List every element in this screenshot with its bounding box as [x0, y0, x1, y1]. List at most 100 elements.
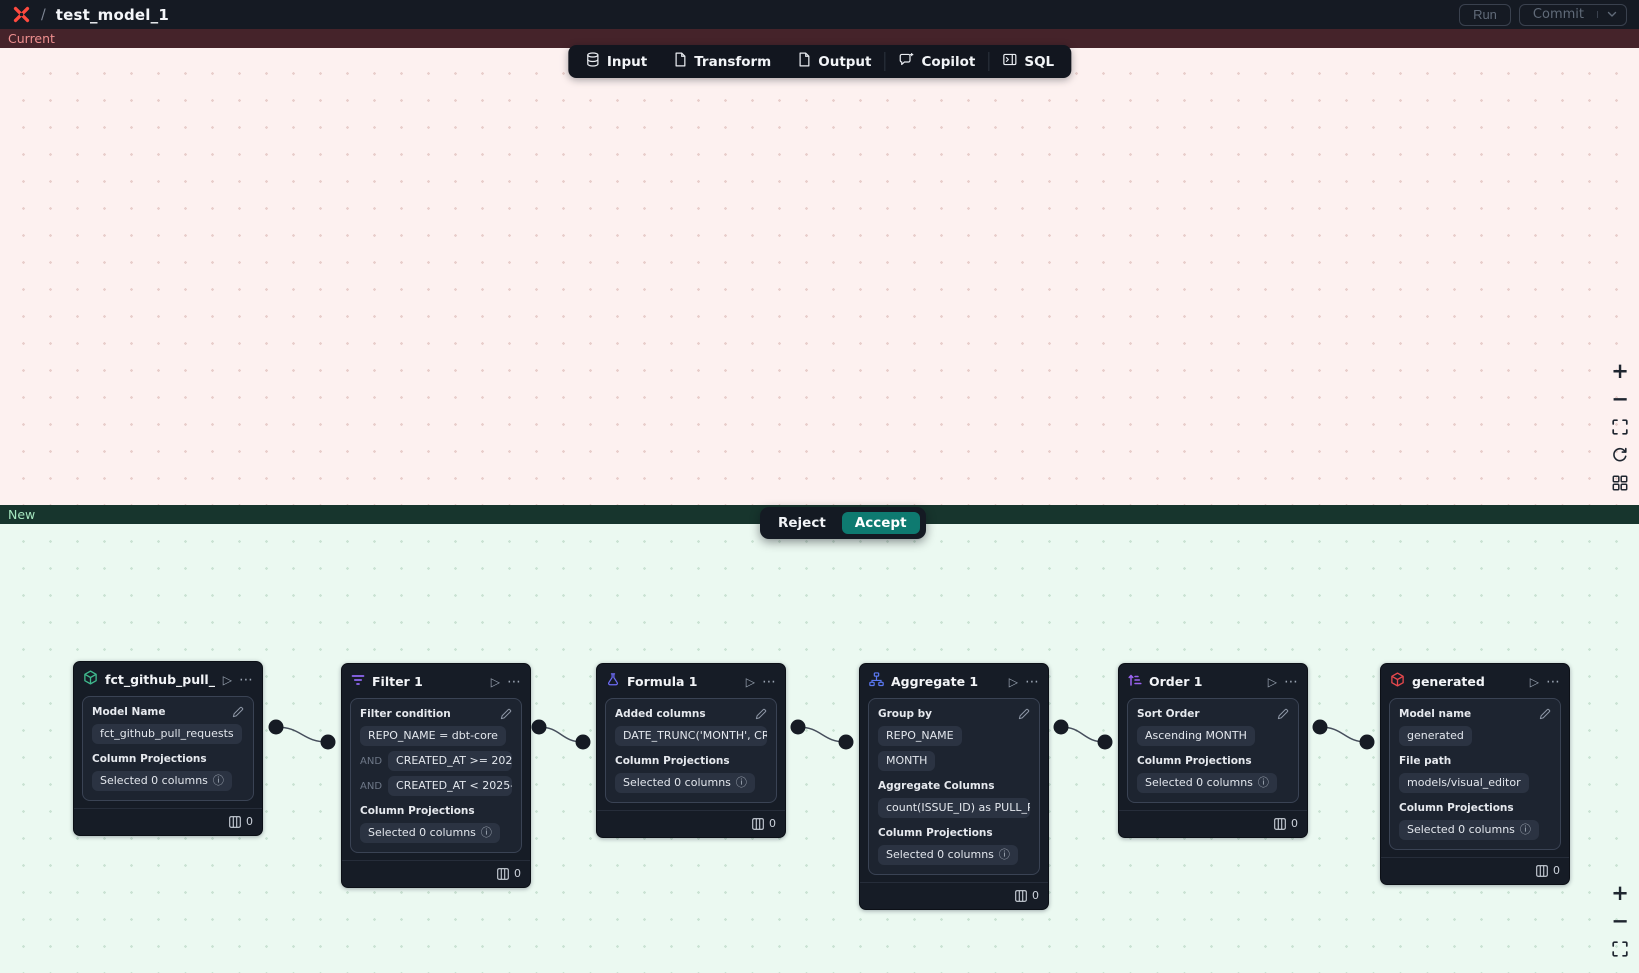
info-icon[interactable]: ⓘ: [213, 775, 224, 786]
edit-pencil-icon[interactable]: [1539, 708, 1551, 720]
dbt-logo-icon[interactable]: [12, 5, 31, 24]
node-footer: 0: [1119, 810, 1307, 837]
fit-view-icon[interactable]: [1610, 417, 1630, 437]
row-count: 0: [1291, 817, 1298, 830]
play-icon[interactable]: ▷: [1009, 676, 1018, 688]
commit-button[interactable]: Commit: [1520, 7, 1597, 22]
node-order[interactable]: Order 1 ▷ ⋯ Sort Order Ascending MONTH C…: [1118, 663, 1308, 838]
toolbar-item-sql[interactable]: SQL: [989, 45, 1067, 78]
columns-count-icon: [229, 816, 241, 828]
fit-view-icon[interactable]: [1610, 939, 1630, 959]
toolbar-item-copilot[interactable]: Copilot: [886, 45, 989, 78]
node-formula[interactable]: Formula 1 ▷ ⋯ Added columns DATE_TRUNC('…: [596, 663, 786, 838]
more-menu-icon[interactable]: ⋯: [507, 675, 521, 689]
info-icon[interactable]: ⓘ: [999, 849, 1010, 860]
value-pill: generated: [1399, 726, 1472, 746]
commit-button-group: Commit: [1519, 4, 1627, 26]
more-menu-icon[interactable]: ⋯: [762, 675, 776, 689]
field-label: File path: [1399, 755, 1451, 767]
node-output-model[interactable]: generated ▷ ⋯ Model name generated File …: [1380, 663, 1570, 885]
node-body: Sort Order Ascending MONTH Column Projec…: [1127, 698, 1299, 803]
sort-pill: Ascending MONTH: [1137, 726, 1255, 746]
condition-pill: CREATED_AT < 2025-03-01: [388, 776, 512, 796]
edit-pencil-icon[interactable]: [1277, 708, 1289, 720]
more-menu-icon[interactable]: ⋯: [1025, 675, 1039, 689]
node-body: Group by REPO_NAME MONTH Aggregate Colum…: [868, 698, 1040, 875]
model-cube-red-icon: [1390, 672, 1405, 691]
column-projections-pill: Selected 0 columnsⓘ: [1137, 773, 1277, 793]
node-title: Order 1: [1149, 674, 1261, 689]
zoom-in-icon[interactable]: +: [1610, 883, 1630, 903]
info-icon[interactable]: ⓘ: [736, 777, 747, 788]
row-count: 0: [514, 867, 521, 880]
current-canvas-controls: + −: [1610, 361, 1630, 493]
info-icon[interactable]: ⓘ: [481, 827, 492, 838]
aggregate-pill: count(ISSUE_ID) as PULL_REQUEST_…: [878, 798, 1030, 818]
node-header: Filter 1 ▷ ⋯: [342, 664, 530, 698]
info-icon[interactable]: ⓘ: [1520, 824, 1531, 835]
and-label: AND: [360, 756, 382, 767]
model-cube-green-icon: [83, 670, 98, 689]
columns-count-icon: [497, 868, 509, 880]
sitemap-icon: [869, 672, 884, 691]
node-header: Order 1 ▷ ⋯: [1119, 664, 1307, 698]
sort-ascending-icon: [1128, 672, 1142, 691]
node-footer: 0: [860, 882, 1048, 909]
field-label: Sort Order: [1137, 708, 1200, 720]
groupby-pill: REPO_NAME: [878, 726, 962, 746]
breadcrumb-separator: /: [41, 7, 46, 23]
play-icon[interactable]: ▷: [223, 674, 232, 686]
run-button[interactable]: Run: [1459, 4, 1511, 26]
info-icon[interactable]: ⓘ: [1258, 777, 1269, 788]
node-body: Model name generated File path models/vi…: [1389, 698, 1561, 850]
grid-layout-icon[interactable]: [1610, 473, 1630, 493]
edit-pencil-icon[interactable]: [500, 708, 512, 720]
page-title: test_model_1: [56, 6, 169, 24]
columns-count-icon: [1536, 865, 1548, 877]
node-title: generated: [1412, 674, 1523, 689]
field-label: Column Projections: [92, 753, 207, 765]
more-menu-icon[interactable]: ⋯: [239, 673, 253, 687]
document-icon: [797, 52, 811, 71]
row-count: 0: [1553, 864, 1560, 877]
columns-count-icon: [752, 818, 764, 830]
edit-pencil-icon[interactable]: [1018, 708, 1030, 720]
toolbar-item-input[interactable]: Input: [572, 45, 660, 78]
zoom-in-icon[interactable]: +: [1610, 361, 1630, 381]
more-menu-icon[interactable]: ⋯: [1546, 675, 1560, 689]
condition-pill: CREATED_AT >= 2024-12-01: [388, 751, 512, 771]
columns-count-icon: [1015, 890, 1027, 902]
refresh-layout-icon[interactable]: [1610, 445, 1630, 465]
node-filter[interactable]: Filter 1 ▷ ⋯ Filter condition REPO_NAME …: [341, 663, 531, 888]
reject-button[interactable]: Reject: [766, 512, 838, 534]
play-icon[interactable]: ▷: [1268, 676, 1277, 688]
current-canvas[interactable]: [0, 48, 1639, 505]
zoom-out-icon[interactable]: −: [1610, 911, 1630, 931]
diff-review-toolbar: Reject Accept: [760, 507, 926, 539]
toolbar-item-transform[interactable]: Transform: [660, 45, 784, 78]
play-icon[interactable]: ▷: [746, 676, 755, 688]
zoom-out-icon[interactable]: −: [1610, 389, 1630, 409]
field-label: Added columns: [615, 708, 706, 720]
accept-button[interactable]: Accept: [842, 512, 920, 534]
node-body: Filter condition REPO_NAME = dbt-core AN…: [350, 698, 522, 853]
topbar: / test_model_1 Run Commit: [0, 0, 1639, 29]
more-menu-icon[interactable]: ⋯: [1284, 675, 1298, 689]
column-projections-pill: Selected 0 columnsⓘ: [360, 823, 500, 843]
commit-chevron-down-icon[interactable]: [1597, 11, 1626, 18]
row-count: 0: [769, 817, 776, 830]
edit-pencil-icon[interactable]: [755, 708, 767, 720]
and-label: AND: [360, 781, 382, 792]
node-footer: 0: [74, 808, 262, 835]
node-footer: 0: [597, 810, 785, 837]
file-path-pill: models/visual_editor: [1399, 773, 1529, 793]
new-canvas[interactable]: fct_github_pull_requests ▷ ⋯ Model Name …: [0, 524, 1639, 973]
sql-panel-icon: [1002, 52, 1017, 71]
edit-pencil-icon[interactable]: [232, 706, 244, 718]
node-source-model[interactable]: fct_github_pull_requests ▷ ⋯ Model Name …: [73, 661, 263, 836]
toolbar-item-output[interactable]: Output: [784, 45, 884, 78]
node-aggregate[interactable]: Aggregate 1 ▷ ⋯ Group by REPO_NAME MONTH…: [859, 663, 1049, 910]
play-icon[interactable]: ▷: [1530, 676, 1539, 688]
play-icon[interactable]: ▷: [491, 676, 500, 688]
column-projections-pill: Selected 0 columnsⓘ: [1399, 820, 1539, 840]
